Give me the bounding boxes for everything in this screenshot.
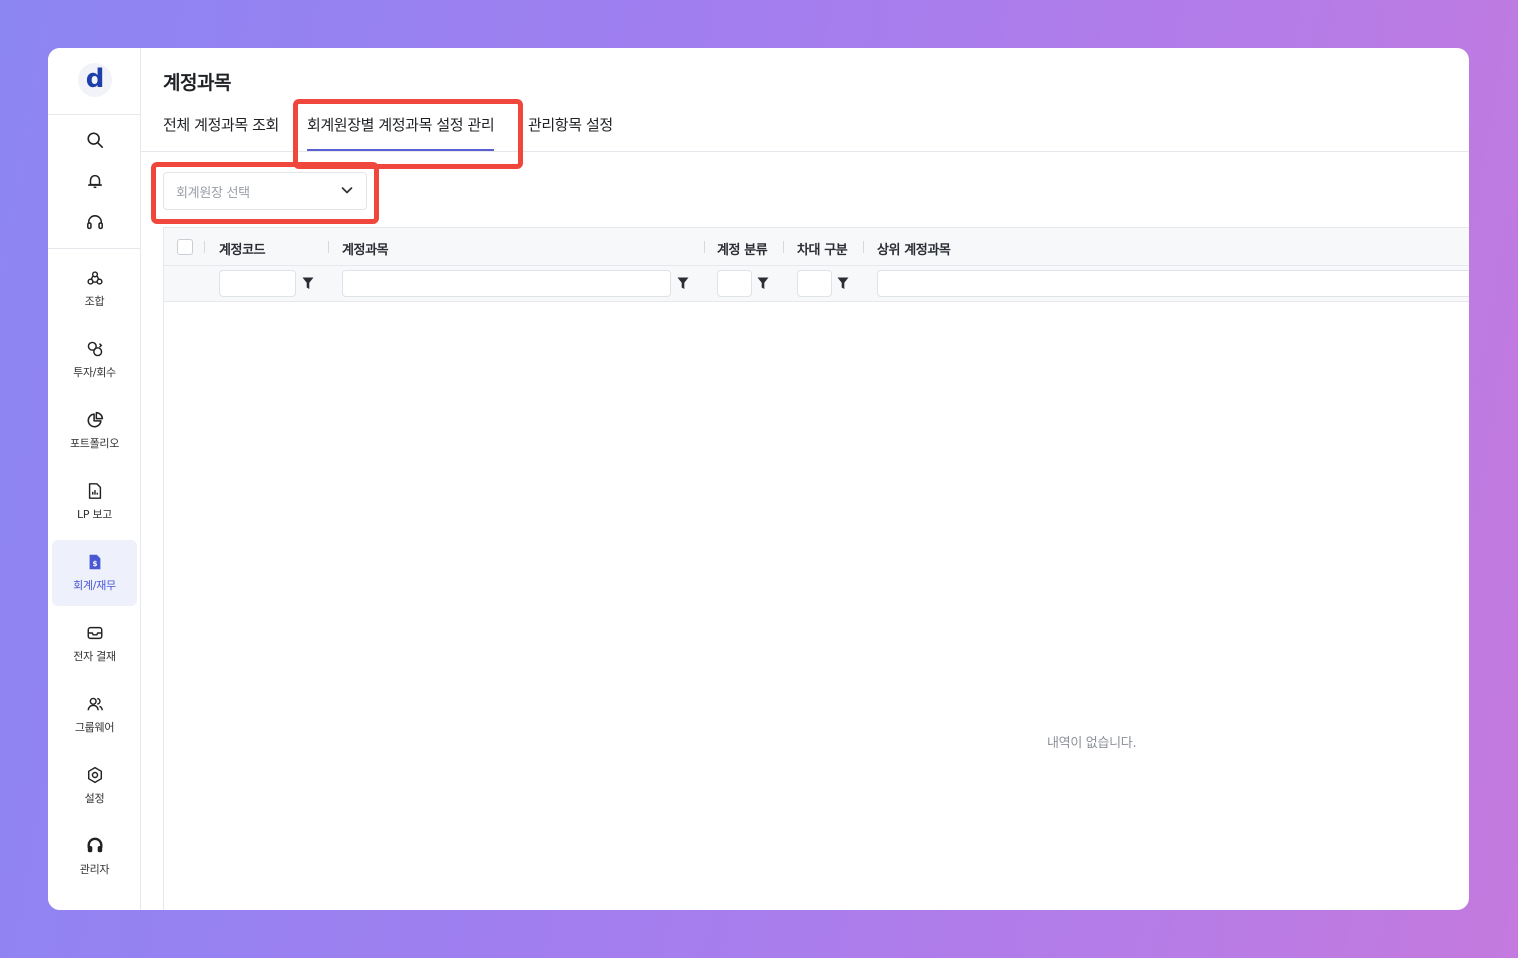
account-category-filter-input[interactable] <box>717 270 752 297</box>
svg-text:$: $ <box>92 559 97 568</box>
empty-state-message: 내역이 없습니다. <box>1047 736 1137 751</box>
column-separator <box>783 241 784 253</box>
admin-icon <box>85 836 105 856</box>
app-logo[interactable]: d <box>78 63 112 97</box>
tab-all-accounts[interactable]: 전체 계정과목 조회 <box>163 114 279 148</box>
sidebar-item-label: LP 보고 <box>77 508 112 521</box>
parent-account-filter-input[interactable] <box>877 270 1469 297</box>
select-all-checkbox[interactable] <box>177 239 193 255</box>
logo-letter: d <box>85 63 105 94</box>
users-icon <box>85 694 105 714</box>
inbox-icon <box>85 623 105 643</box>
page-title: 계정과목 <box>163 72 231 94</box>
grid-filter-row <box>164 266 1469 302</box>
tab-divider <box>141 151 1469 152</box>
main-content: 계정과목 전체 계정과목 조회 회계원장별 계정과목 설정 관리 관리항목 설정… <box>141 48 1469 910</box>
chevron-down-icon <box>340 182 354 201</box>
column-separator <box>863 241 864 253</box>
account-code-filter-input[interactable] <box>219 270 296 297</box>
sidebar-item-label: 설정 <box>84 792 105 805</box>
debit-credit-filter-input[interactable] <box>797 270 832 297</box>
sidebar-item-fund[interactable]: 조합 <box>52 256 137 322</box>
sidebar-divider <box>48 114 141 115</box>
column-separator <box>328 241 329 253</box>
sidebar-item-label: 회계/재무 <box>73 579 116 592</box>
ledger-select-placeholder: 회계원장 선택 <box>176 185 250 201</box>
column-separator <box>204 241 205 253</box>
sidebar-item-settings[interactable]: 설정 <box>52 753 137 819</box>
bell-icon[interactable] <box>84 170 106 192</box>
column-header-account-name[interactable]: 계정과목 <box>342 239 389 258</box>
sidebar-item-label: 포트폴리오 <box>69 437 120 450</box>
tab-ledger-account-settings[interactable]: 회계원장별 계정과목 설정 관리 <box>307 114 495 151</box>
grid-header: 계정코드 계정과목 계정 분류 차대 구분 상위 계정과목 <box>164 227 1469 266</box>
filter-icon[interactable] <box>676 275 690 291</box>
sidebar-item-lp-report[interactable]: LP 보고 <box>52 469 137 535</box>
sidebar-item-groupware[interactable]: 그룹웨어 <box>52 682 137 748</box>
sidebar-item-label: 관리자 <box>79 863 110 876</box>
app-window: d 조합 투자/회수 포트폴리오 LP 보고 $ 회계/재무 전자 결재 그룹웨… <box>48 48 1469 910</box>
account-name-filter-input[interactable] <box>342 270 671 297</box>
sidebar-item-label: 그룹웨어 <box>74 721 115 734</box>
filter-icon[interactable] <box>836 275 850 291</box>
sidebar-divider <box>48 248 141 249</box>
settings-icon <box>85 765 105 785</box>
sidebar-item-invest[interactable]: 투자/회수 <box>52 327 137 393</box>
sidebar-item-admin[interactable]: 관리자 <box>52 824 137 890</box>
tab-management-item-settings[interactable]: 관리항목 설정 <box>528 114 613 148</box>
sidebar-item-portfolio[interactable]: 포트폴리오 <box>52 398 137 464</box>
sidebar-item-accounting[interactable]: $ 회계/재무 <box>52 540 137 606</box>
ledger-select[interactable]: 회계원장 선택 <box>163 172 367 210</box>
account-grid: 계정코드 계정과목 계정 분류 차대 구분 상위 계정과목 내역이 없습니다. <box>163 227 1469 910</box>
column-header-debit-credit[interactable]: 차대 구분 <box>797 239 848 258</box>
pie-chart-icon <box>85 410 105 430</box>
accounting-icon: $ <box>85 552 105 572</box>
sidebar-item-approval[interactable]: 전자 결재 <box>52 611 137 677</box>
search-icon[interactable] <box>84 129 106 151</box>
column-header-parent-account[interactable]: 상위 계정과목 <box>877 239 951 258</box>
filter-icon[interactable] <box>301 275 315 291</box>
sidebar-item-label: 조합 <box>84 295 105 308</box>
sidebar: d 조합 투자/회수 포트폴리오 LP 보고 $ 회계/재무 전자 결재 그룹웨… <box>48 48 141 910</box>
report-icon <box>85 481 105 501</box>
sidebar-item-label: 투자/회수 <box>73 366 116 379</box>
filter-icon[interactable] <box>756 275 770 291</box>
column-separator <box>704 241 705 253</box>
headset-icon[interactable] <box>84 212 106 234</box>
column-header-account-category[interactable]: 계정 분류 <box>717 239 768 258</box>
invest-icon <box>85 339 105 359</box>
fund-icon <box>85 268 105 288</box>
column-header-account-code[interactable]: 계정코드 <box>219 239 266 258</box>
sidebar-item-label: 전자 결재 <box>73 650 116 663</box>
